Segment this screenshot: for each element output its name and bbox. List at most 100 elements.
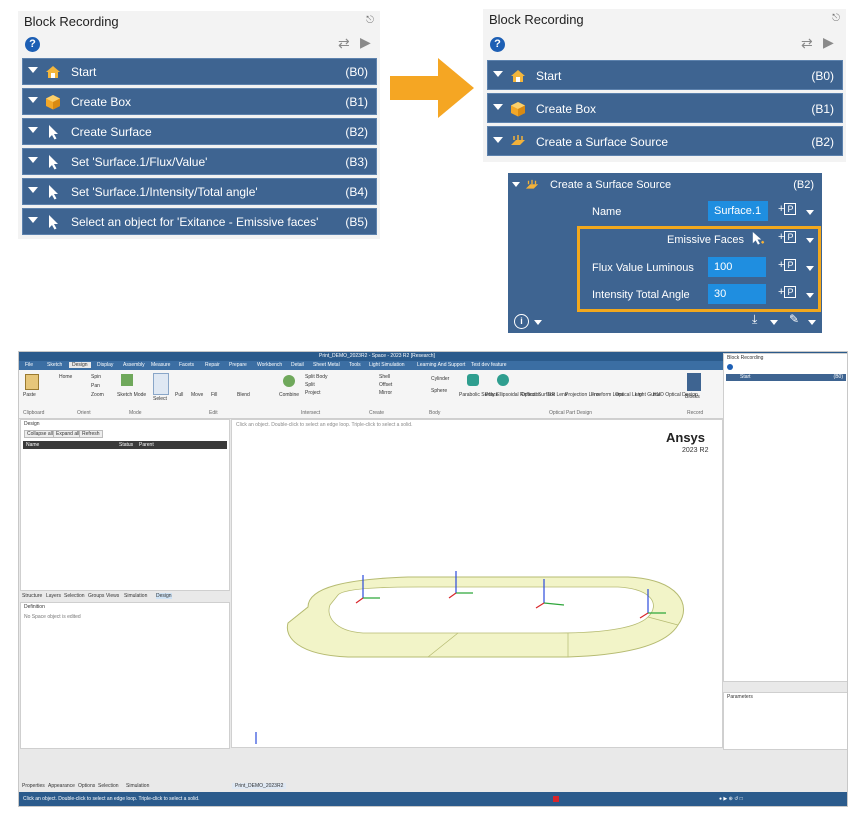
expand-triangle-icon[interactable]: [28, 127, 38, 133]
download-dropdown-icon[interactable]: [770, 320, 778, 325]
tab-groups[interactable]: Groups: [88, 593, 104, 599]
info-dropdown-icon[interactable]: [534, 320, 542, 325]
edit-dropdown-icon[interactable]: [808, 320, 816, 325]
status-tools-icon[interactable]: ● ▶ ⊕ ↺ □: [719, 796, 743, 802]
expand-triangle-icon[interactable]: [28, 217, 38, 223]
sketch-mode-button[interactable]: Sketch Mode: [117, 392, 146, 398]
tab-options[interactable]: Options: [78, 783, 95, 789]
paste-button[interactable]: Paste: [23, 392, 36, 398]
tab-selection[interactable]: Selection: [64, 593, 85, 599]
block-row-set-intensity[interactable]: Set 'Surface.1/Intensity/Total angle' (B…: [22, 178, 377, 205]
tab-selection-bottom[interactable]: Selection: [98, 783, 119, 789]
expand-triangle-icon[interactable]: [493, 104, 503, 110]
block-row-create-surface-source[interactable]: Create a Surface Source (B2): [487, 126, 843, 156]
pin-icon[interactable]: ⎋: [832, 13, 840, 24]
tab-views[interactable]: Views: [106, 593, 119, 599]
menu-item[interactable]: Assembly: [123, 362, 145, 368]
expand-triangle-icon[interactable]: [493, 71, 503, 77]
error-indicator-icon[interactable]: [553, 796, 559, 802]
split-button[interactable]: Split: [305, 382, 315, 388]
menu-item[interactable]: File: [25, 362, 33, 368]
combine-icon[interactable]: [283, 375, 295, 387]
expand-triangle-icon[interactable]: [28, 187, 38, 193]
name-field[interactable]: Surface.1: [708, 201, 768, 221]
spin-button[interactable]: Spin: [91, 374, 101, 380]
combine-button[interactable]: Combine: [279, 392, 299, 398]
tab-layers[interactable]: Layers: [46, 593, 61, 599]
split-body-button[interactable]: Split Body: [305, 374, 328, 380]
menu-item[interactable]: Light Simulation: [369, 362, 405, 368]
shell-button[interactable]: Shell: [379, 374, 390, 380]
tab-structure[interactable]: Structure: [22, 593, 42, 599]
zoom-button[interactable]: Zoom: [91, 392, 104, 398]
refresh-button[interactable]: Refresh: [79, 430, 103, 438]
document-tab[interactable]: Print_DEMO_2023R2: [232, 783, 287, 789]
menu-item[interactable]: Learning And Support: [417, 362, 465, 368]
edit-pencil-icon[interactable]: ✎: [789, 312, 799, 326]
block-row-create-surface[interactable]: Create Surface (B2): [22, 118, 377, 145]
collapse-all-button[interactable]: Collapse all: [24, 430, 56, 438]
menu-item[interactable]: Tools: [349, 362, 361, 368]
menu-item[interactable]: Detail: [291, 362, 304, 368]
menu-item[interactable]: Measure: [151, 362, 170, 368]
app-help-icon[interactable]: [727, 364, 733, 370]
tab-simulation-bottom[interactable]: Simulation: [126, 783, 149, 789]
app-block-row-start[interactable]: Start (B0): [726, 374, 846, 381]
tab-properties[interactable]: Properties: [22, 783, 45, 789]
expand-all-button[interactable]: Expand all: [53, 430, 83, 438]
blocks-icon[interactable]: [687, 373, 701, 391]
menu-item[interactable]: Workbench: [257, 362, 282, 368]
menu-item[interactable]: Repair: [205, 362, 220, 368]
menu-item[interactable]: Test dev feature: [471, 362, 507, 368]
play-icon[interactable]: ▶: [823, 34, 834, 51]
viewport[interactable]: Click an object. Double-click to select …: [231, 419, 723, 748]
record-settings-icon[interactable]: ⇄: [801, 35, 813, 52]
info-icon[interactable]: i: [514, 314, 529, 329]
poly-ellipsoidal-icon[interactable]: [497, 374, 509, 386]
cylinder-button[interactable]: Cylinder: [431, 376, 449, 382]
offset-button[interactable]: Offset: [379, 382, 392, 388]
move-button[interactable]: Move: [191, 392, 203, 398]
download-icon[interactable]: ⤓: [752, 312, 757, 327]
menu-item[interactable]: Facets: [179, 362, 194, 368]
tab-appearance[interactable]: Appearance: [48, 783, 75, 789]
record-settings-icon[interactable]: ⇄: [338, 35, 350, 52]
parabolic-surface-icon[interactable]: [467, 374, 479, 386]
block-row-create-box[interactable]: Create Box (B1): [487, 93, 843, 123]
mirror-button[interactable]: Mirror: [379, 390, 392, 396]
pin-icon[interactable]: ⎋: [366, 15, 374, 26]
block-row-set-flux[interactable]: Set 'Surface.1/Flux/Value' (B3): [22, 148, 377, 175]
home-button[interactable]: Home: [59, 374, 72, 380]
block-row-create-box[interactable]: Create Box (B1): [22, 88, 377, 115]
block-row-start[interactable]: Start (B0): [22, 58, 377, 85]
tab-simulation[interactable]: Simulation: [124, 593, 147, 599]
menu-item[interactable]: Prepare: [229, 362, 247, 368]
sphere-button[interactable]: Sphere: [431, 388, 447, 394]
blocks-button[interactable]: Blocks: [685, 394, 700, 400]
expand-triangle-icon[interactable]: [28, 67, 38, 73]
menu-item[interactable]: Sketch: [47, 362, 62, 368]
select-button[interactable]: Select: [153, 396, 167, 402]
expand-triangle-icon[interactable]: [493, 137, 503, 143]
column-status[interactable]: Status: [119, 442, 133, 448]
expand-triangle-icon[interactable]: [28, 157, 38, 163]
help-icon[interactable]: ?: [25, 37, 40, 52]
column-parent[interactable]: Parent: [139, 442, 154, 448]
expand-triangle-icon[interactable]: [28, 97, 38, 103]
tab-design[interactable]: Design: [156, 593, 172, 599]
pull-button[interactable]: Pull: [175, 392, 183, 398]
paste-icon[interactable]: [25, 374, 39, 390]
expand-triangle-icon[interactable]: [512, 182, 520, 187]
fill-button[interactable]: Fill: [211, 392, 217, 398]
parameter-button[interactable]: + P: [778, 203, 797, 215]
pan-button[interactable]: Pan: [91, 383, 100, 389]
column-name[interactable]: Name: [26, 442, 39, 448]
blend-button[interactable]: Blend: [237, 392, 250, 398]
block-row-select-emissive[interactable]: Select an object for 'Exitance - Emissiv…: [22, 208, 377, 235]
project-button[interactable]: Project: [305, 390, 321, 396]
menu-item[interactable]: Sheet Metal: [313, 362, 340, 368]
menu-item[interactable]: Display: [97, 362, 113, 368]
block-row-start[interactable]: Start (B0): [487, 60, 843, 90]
menu-item-active[interactable]: Design: [69, 362, 91, 368]
select-icon[interactable]: [153, 373, 169, 395]
